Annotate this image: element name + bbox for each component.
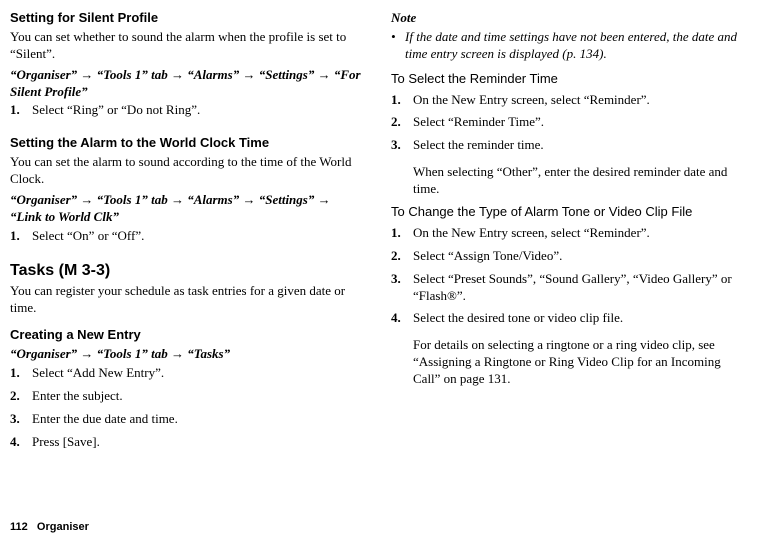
list-item: 1.On the New Entry screen, select “Remin… (391, 225, 744, 242)
step-text: Select “On” or “Off”. (32, 228, 363, 245)
right-column: Note • If the date and time settings hav… (391, 10, 744, 520)
path-world-clock: “Organiser” → “Tools 1” tab → “Alarms” →… (10, 192, 363, 226)
heading-new-entry: Creating a New Entry (10, 327, 363, 344)
steps-alarm-tone: 1.On the New Entry screen, select “Remin… (391, 225, 744, 327)
note-heading: Note (391, 10, 744, 27)
sub-reminder-time: When selecting “Other”, enter the desire… (413, 164, 744, 198)
list-item: 1.Select “Add New Entry”. (10, 365, 363, 382)
step-text: Enter the due date and time. (32, 411, 363, 428)
list-item: 2.Select “Assign Tone/Video”. (391, 248, 744, 265)
tasks-title: Tasks (10, 262, 54, 279)
page-content: Setting for Silent Profile You can set w… (0, 0, 764, 520)
desc-silent-profile: You can set whether to sound the alarm w… (10, 29, 363, 63)
list-item: 1.Select “Ring” or “Do not Ring”. (10, 102, 363, 119)
desc-tasks: You can register your schedule as task e… (10, 283, 363, 317)
step-text: On the New Entry screen, select “Reminde… (413, 225, 744, 242)
footer-section: Organiser (37, 521, 89, 533)
list-item: 1.Select “On” or “Off”. (10, 228, 363, 245)
list-item: 2.Select “Reminder Time”. (391, 114, 744, 131)
step-text: On the New Entry screen, select “Reminde… (413, 92, 744, 109)
steps-silent-profile: 1.Select “Ring” or “Do not Ring”. (10, 102, 363, 119)
path-silent-profile: “Organiser” → “Tools 1” tab → “Alarms” →… (10, 67, 363, 101)
heading-tasks: Tasks (M 3-3) (10, 261, 363, 282)
note-item: • If the date and time settings have not… (391, 29, 744, 63)
list-item: 3.Enter the due date and time. (10, 411, 363, 428)
step-text: Select “Assign Tone/Video”. (413, 248, 744, 265)
tasks-code: (M 3-3) (59, 262, 111, 279)
note-text: If the date and time settings have not b… (405, 29, 744, 63)
step-text: Select “Add New Entry”. (32, 365, 363, 382)
steps-world-clock: 1.Select “On” or “Off”. (10, 228, 363, 245)
step-text: Select “Ring” or “Do not Ring”. (32, 102, 363, 119)
left-column: Setting for Silent Profile You can set w… (10, 10, 363, 520)
step-text: Press [Save]. (32, 434, 363, 451)
path-new-entry: “Organiser” → “Tools 1” tab → “Tasks” (10, 346, 363, 363)
desc-world-clock: You can set the alarm to sound according… (10, 154, 363, 188)
steps-new-entry: 1.Select “Add New Entry”. 2.Enter the su… (10, 365, 363, 451)
list-item: 3.Select “Preset Sounds”, “Sound Gallery… (391, 271, 744, 305)
step-text: Enter the subject. (32, 388, 363, 405)
steps-reminder-time: 1.On the New Entry screen, select “Remin… (391, 92, 744, 155)
heading-silent-profile: Setting for Silent Profile (10, 10, 363, 27)
list-item: 4.Press [Save]. (10, 434, 363, 451)
list-item: 1.On the New Entry screen, select “Remin… (391, 92, 744, 109)
list-item: 3.Select the reminder time. (391, 137, 744, 154)
step-text: Select the desired tone or video clip fi… (413, 310, 744, 327)
step-text: Select “Reminder Time”. (413, 114, 744, 131)
sub-alarm-tone: For details on selecting a ringtone or a… (413, 337, 744, 388)
page-footer: 112 Organiser (0, 520, 764, 542)
bullet-icon: • (391, 29, 405, 63)
step-text: Select the reminder time. (413, 137, 744, 154)
page-number: 112 (10, 521, 28, 533)
heading-reminder-time: To Select the Reminder Time (391, 71, 744, 88)
heading-alarm-tone: To Change the Type of Alarm Tone or Vide… (391, 204, 744, 221)
list-item: 4.Select the desired tone or video clip … (391, 310, 744, 327)
step-text: Select “Preset Sounds”, “Sound Gallery”,… (413, 271, 744, 305)
list-item: 2.Enter the subject. (10, 388, 363, 405)
heading-world-clock: Setting the Alarm to the World Clock Tim… (10, 135, 363, 152)
